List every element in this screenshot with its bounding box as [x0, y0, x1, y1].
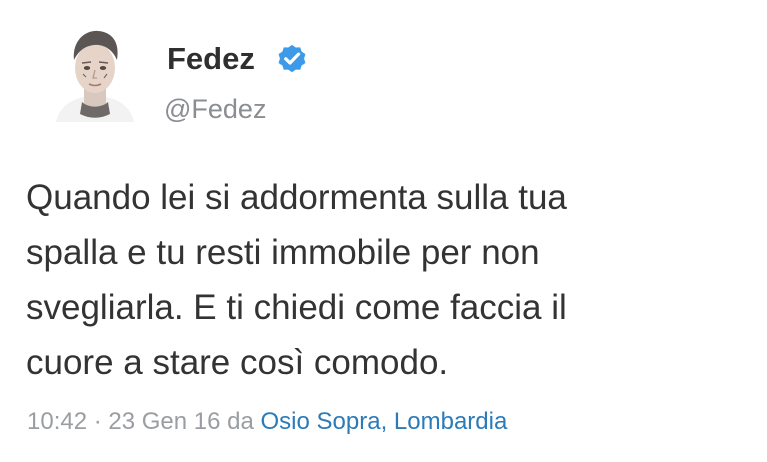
avatar[interactable] [52, 22, 138, 122]
author-display-name[interactable]: Fedez [167, 40, 255, 78]
tweet-text: Quando lei si addormenta sulla tua spall… [26, 170, 746, 390]
tweet-text-line: svegliarla. E ti chiedi come faccia il [26, 288, 567, 327]
location-prefix: da [220, 408, 261, 435]
tweet-location-link[interactable]: Osio Sopra, Lombardia [261, 408, 508, 435]
tweet-text-line: Quando lei si addormenta sulla tua [26, 178, 567, 217]
author-handle[interactable]: @Fedez [164, 92, 266, 126]
tweet-timestamp[interactable]: 10:42 · 23 Gen 16 [27, 408, 220, 435]
tweet-text-line: spalla e tu resti immobile per non [26, 233, 540, 272]
verified-badge-icon [278, 44, 306, 73]
tweet-card: Fedez @Fedez Quando lei si addormenta su… [0, 0, 767, 462]
tweet-meta: 10:42 · 23 Gen 16 da Osio Sopra, Lombard… [27, 405, 507, 439]
tweet-text-line: cuore a stare così comodo. [26, 343, 449, 382]
